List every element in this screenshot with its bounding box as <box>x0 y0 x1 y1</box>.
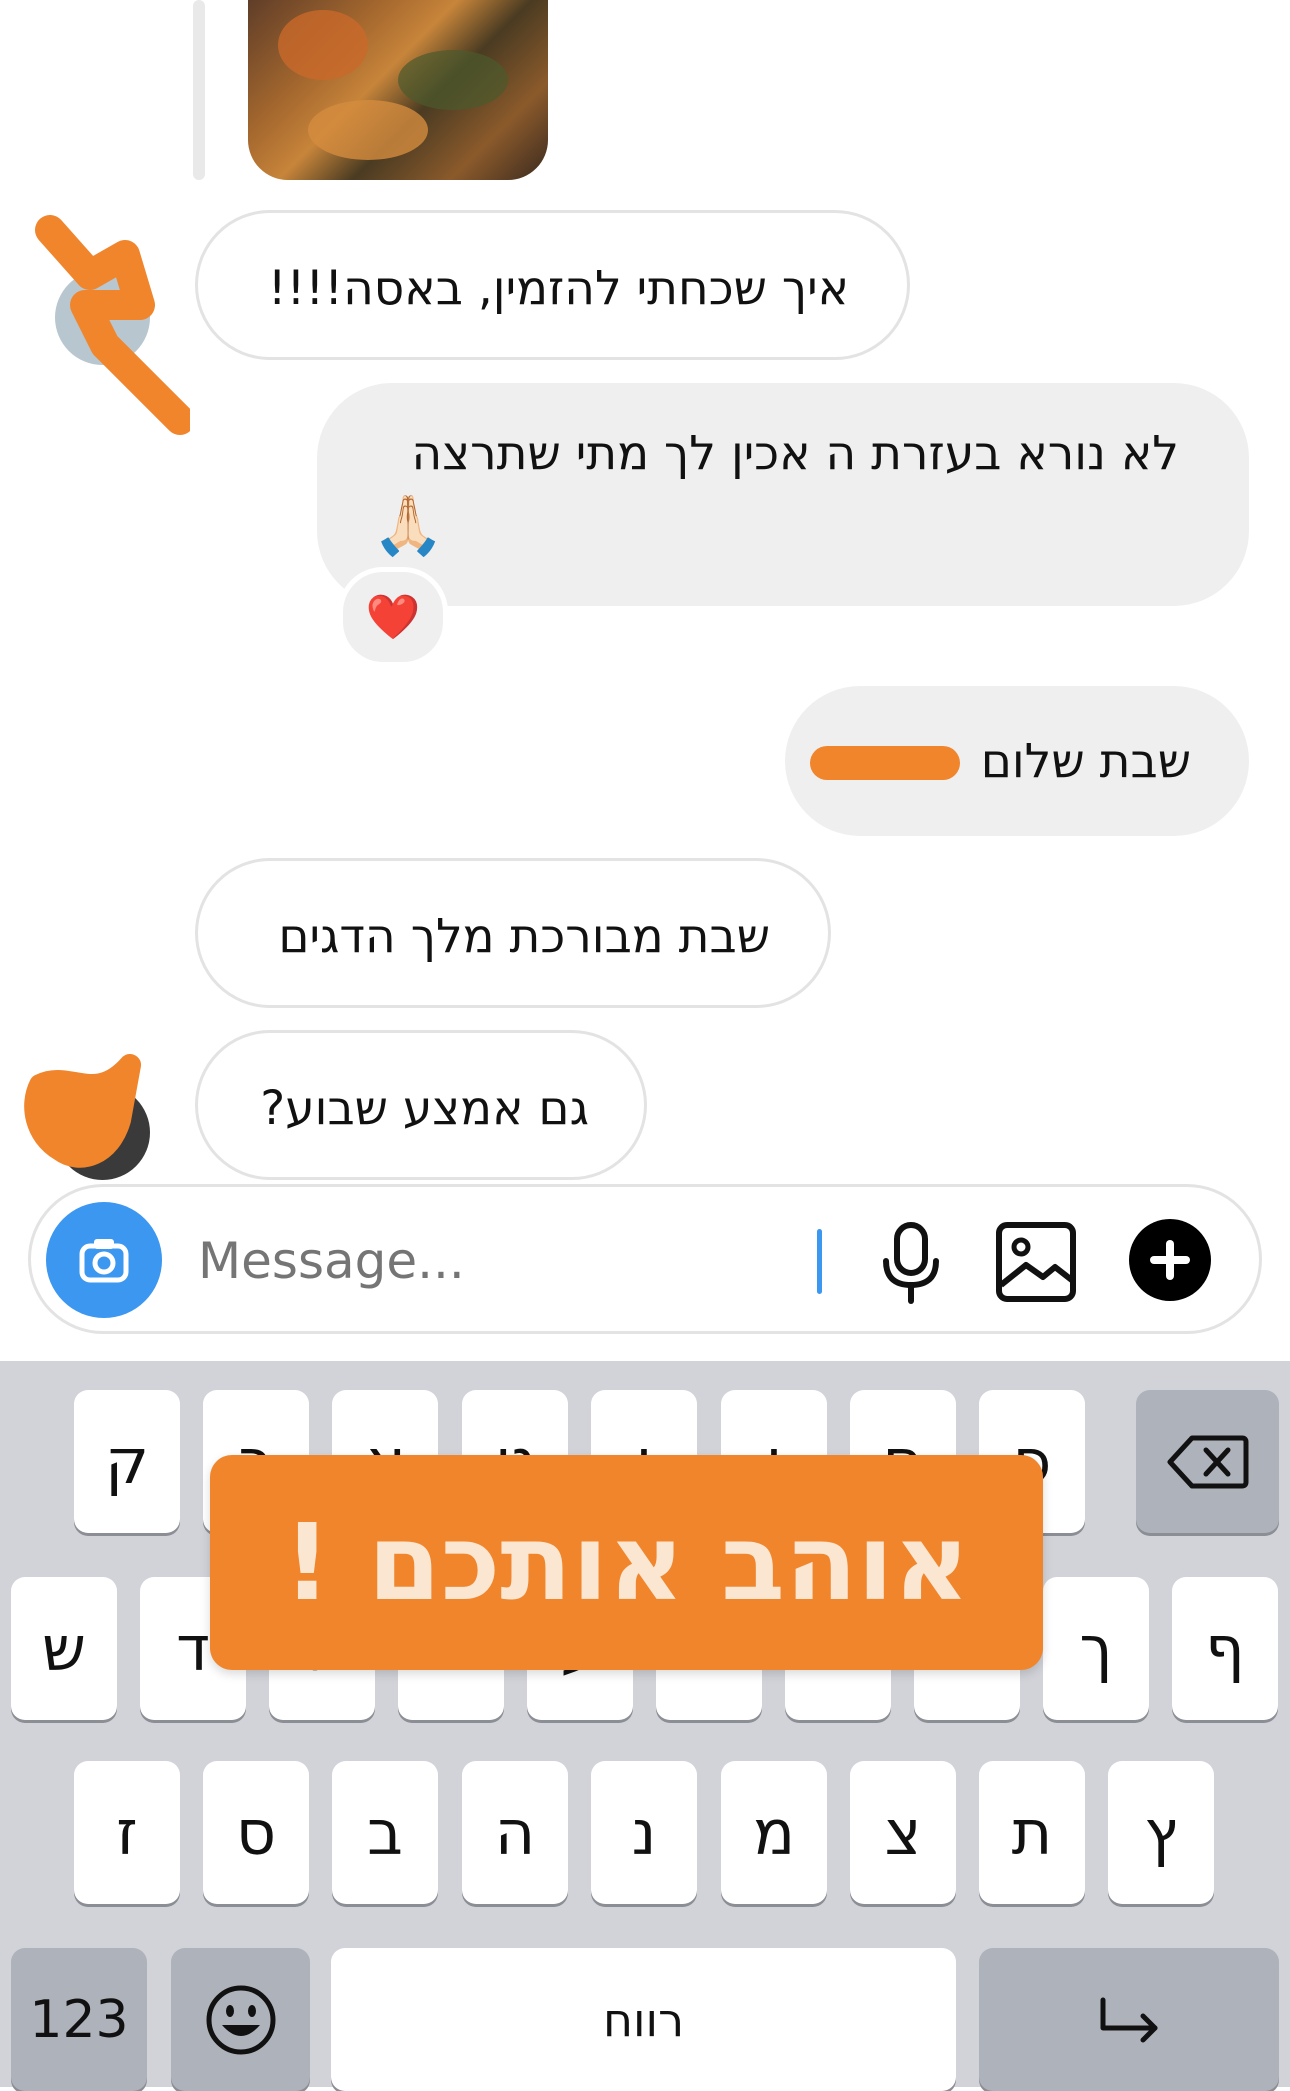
message-composer <box>28 1184 1262 1334</box>
emoji-icon <box>206 1985 275 2054</box>
key[interactable]: ץ <box>1108 1761 1214 1904</box>
camera-icon <box>79 1239 129 1283</box>
redaction-scribble <box>810 746 960 780</box>
return-key[interactable] <box>979 1948 1279 2091</box>
message-bubble-received[interactable]: שבת מבורכת מלך הדגים <box>195 858 831 1008</box>
heart-reaction[interactable]: ❤️ <box>338 567 448 667</box>
message-bubble-received[interactable]: גם אמצע שבוע? <box>195 1030 647 1180</box>
key[interactable]: ה <box>462 1761 568 1904</box>
gallery-icon[interactable] <box>991 1217 1081 1307</box>
message-text: שבת שלום <box>980 734 1191 789</box>
message-input[interactable] <box>196 1222 820 1299</box>
message-bubble-sent[interactable]: שבת שלום <box>785 686 1249 836</box>
numbers-key[interactable]: 123 <box>11 1948 147 2091</box>
message-bubble-received[interactable]: איך שכחתי להזמין, באסה!!!! <box>195 210 910 360</box>
reply-line <box>193 0 205 180</box>
message-text: איך שכחתי להזמין, באסה!!!! <box>267 261 849 316</box>
key[interactable]: ך <box>1043 1577 1149 1720</box>
return-icon <box>1100 1997 1158 2042</box>
key[interactable]: ס <box>203 1761 309 1904</box>
space-key[interactable]: רווח <box>331 1948 956 2091</box>
key[interactable]: מ <box>721 1761 827 1904</box>
text-cursor <box>817 1229 822 1294</box>
plus-button[interactable] <box>1129 1219 1211 1301</box>
food-photo[interactable] <box>248 0 548 180</box>
sticker-text: אוהב אותכם ! <box>283 1501 970 1624</box>
orange-scribble-2 <box>24 1054 141 1168</box>
message-text: לא נורא בעזרת ה אכין לך מתי שתרצה <box>411 426 1179 481</box>
backspace-key[interactable] <box>1136 1390 1279 1533</box>
orange-scribble-1 <box>35 215 190 435</box>
key[interactable]: ת <box>979 1761 1085 1904</box>
text-sticker[interactable]: אוהב אותכם ! <box>210 1455 1043 1670</box>
key[interactable]: ש <box>11 1577 117 1720</box>
key[interactable]: ב <box>332 1761 438 1904</box>
microphone-icon[interactable] <box>866 1217 956 1307</box>
praying-hands-emoji: 🙏🏻 <box>372 491 445 559</box>
emoji-key[interactable] <box>171 1948 310 2091</box>
backspace-icon <box>1167 1435 1248 1488</box>
key[interactable]: צ <box>850 1761 956 1904</box>
heart-icon: ❤️ <box>365 592 421 643</box>
message-text: שבת מבורכת מלך הדגים <box>278 909 770 964</box>
key[interactable]: ז <box>74 1761 180 1904</box>
message-bubble-sent[interactable]: לא נורא בעזרת ה אכין לך מתי שתרצה 🙏🏻 <box>317 383 1249 606</box>
camera-button[interactable] <box>46 1202 162 1318</box>
key[interactable]: ף <box>1172 1577 1278 1720</box>
plus-icon <box>1150 1240 1190 1280</box>
key[interactable]: ק <box>74 1390 180 1533</box>
key[interactable]: נ <box>591 1761 697 1904</box>
message-text: גם אמצע שבוע? <box>260 1081 589 1136</box>
